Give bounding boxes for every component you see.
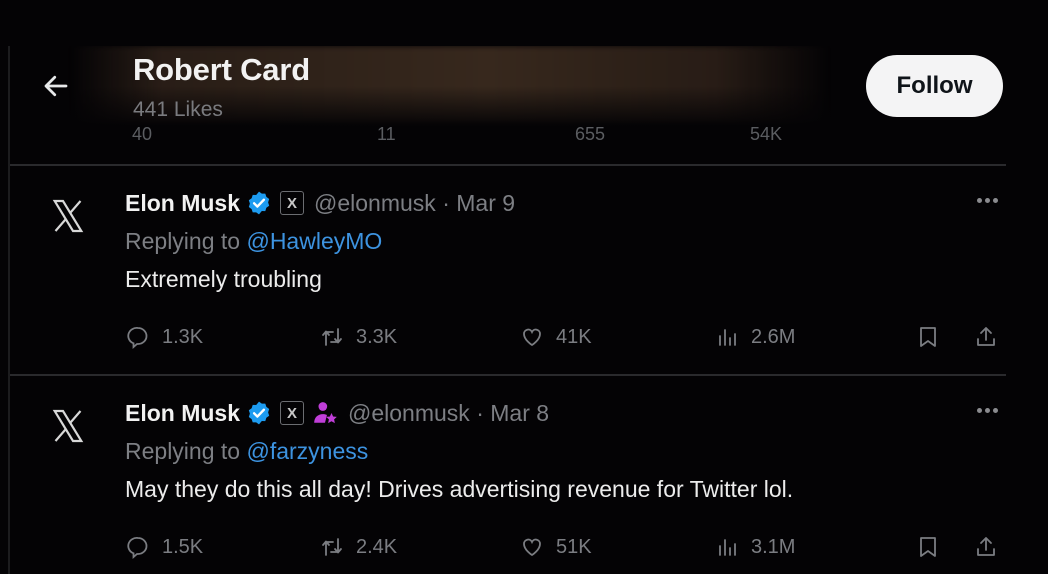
handle: @elonmusk · Mar 9 <box>314 189 516 216</box>
tweet-text: May they do this all day! Drives adverti… <box>125 476 794 502</box>
verified-badge-icon <box>248 191 270 215</box>
share-button[interactable] <box>974 322 998 352</box>
x-org-badge-icon: X <box>280 401 305 425</box>
mention-link[interactable]: @farzyness <box>246 438 368 464</box>
divider <box>10 374 1006 376</box>
display-name[interactable]: Elon Musk <box>125 190 240 217</box>
share-icon <box>977 327 995 346</box>
follow-button[interactable]: Follow <box>866 55 1003 117</box>
replying-to: Replying to @HawleyMO <box>125 228 383 254</box>
heart-icon <box>523 328 541 347</box>
like-button[interactable]: 51K <box>520 532 592 562</box>
repost-button[interactable]: 2.4K <box>320 532 397 562</box>
repost-icon <box>322 538 342 556</box>
more-options-button[interactable] <box>972 190 1002 210</box>
display-name[interactable]: Elon Musk <box>125 400 240 427</box>
divider <box>10 164 1006 166</box>
repost-button[interactable]: 3.3K <box>320 322 397 352</box>
x-org-badge-icon: X <box>280 191 305 215</box>
tweet-text: Extremely troubling <box>125 266 322 292</box>
views-button[interactable]: 3.1M <box>715 532 795 562</box>
tweet-actions: 1.3K 3.3K 41K 2.6M <box>10 322 1006 352</box>
repost-icon <box>322 328 342 346</box>
tweet-header: Elon Musk X @elonmusk · Mar 8 <box>125 396 549 430</box>
replying-to: Replying to @farzyness <box>125 438 369 464</box>
views-chart-icon <box>719 329 736 346</box>
arrow-left-icon <box>44 75 68 97</box>
bookmark-icon <box>920 327 936 347</box>
x-logo-icon <box>52 409 84 443</box>
reply-button[interactable]: 1.5K <box>126 532 203 562</box>
reply-icon <box>127 537 148 559</box>
more-dots-icon <box>976 197 982 203</box>
more-options-button[interactable] <box>972 400 1002 420</box>
verified-badge-icon <box>248 401 270 425</box>
views-button[interactable]: 2.6M <box>715 322 795 352</box>
reply-button[interactable]: 1.3K <box>126 322 203 352</box>
bookmark-icon <box>920 537 936 557</box>
back-button[interactable] <box>38 68 74 104</box>
tweet-actions: 1.5K 2.4K 51K 3.1M <box>10 532 1006 562</box>
share-button[interactable] <box>974 532 998 562</box>
views-chart-icon <box>719 539 736 556</box>
timestamp[interactable]: Mar 8 <box>490 400 549 426</box>
more-dots-icon <box>976 407 982 413</box>
tweet-header: Elon Musk X @elonmusk · Mar 9 <box>125 186 515 220</box>
previous-tweet-actions-partial: 40 11 655 54K <box>132 124 783 144</box>
profile-header: 40 11 655 54K Robert Card 441 Likes Foll… <box>10 46 1006 164</box>
tweet[interactable]: Elon Musk X @elonmusk · Mar 9 Replying t… <box>10 176 1006 374</box>
bookmark-button[interactable] <box>916 532 940 562</box>
like-button[interactable]: 41K <box>520 322 592 352</box>
mention-link[interactable]: @HawleyMO <box>246 228 382 254</box>
handle: @elonmusk · Mar 8 <box>348 399 550 426</box>
reply-icon <box>127 327 148 349</box>
tweet[interactable]: Elon Musk X @elonmusk · Mar 8 Replying t… <box>10 386 1006 574</box>
x-logo-icon <box>52 199 84 233</box>
timestamp[interactable]: Mar 9 <box>456 190 515 216</box>
page-title: Robert Card <box>133 52 310 87</box>
avatar[interactable] <box>48 196 88 236</box>
share-icon <box>977 537 995 556</box>
heart-icon <box>523 538 541 557</box>
bookmark-button[interactable] <box>916 322 940 352</box>
avatar[interactable] <box>48 406 88 446</box>
likes-count: 441 Likes <box>133 98 223 121</box>
government-affiliate-icon <box>314 402 337 424</box>
